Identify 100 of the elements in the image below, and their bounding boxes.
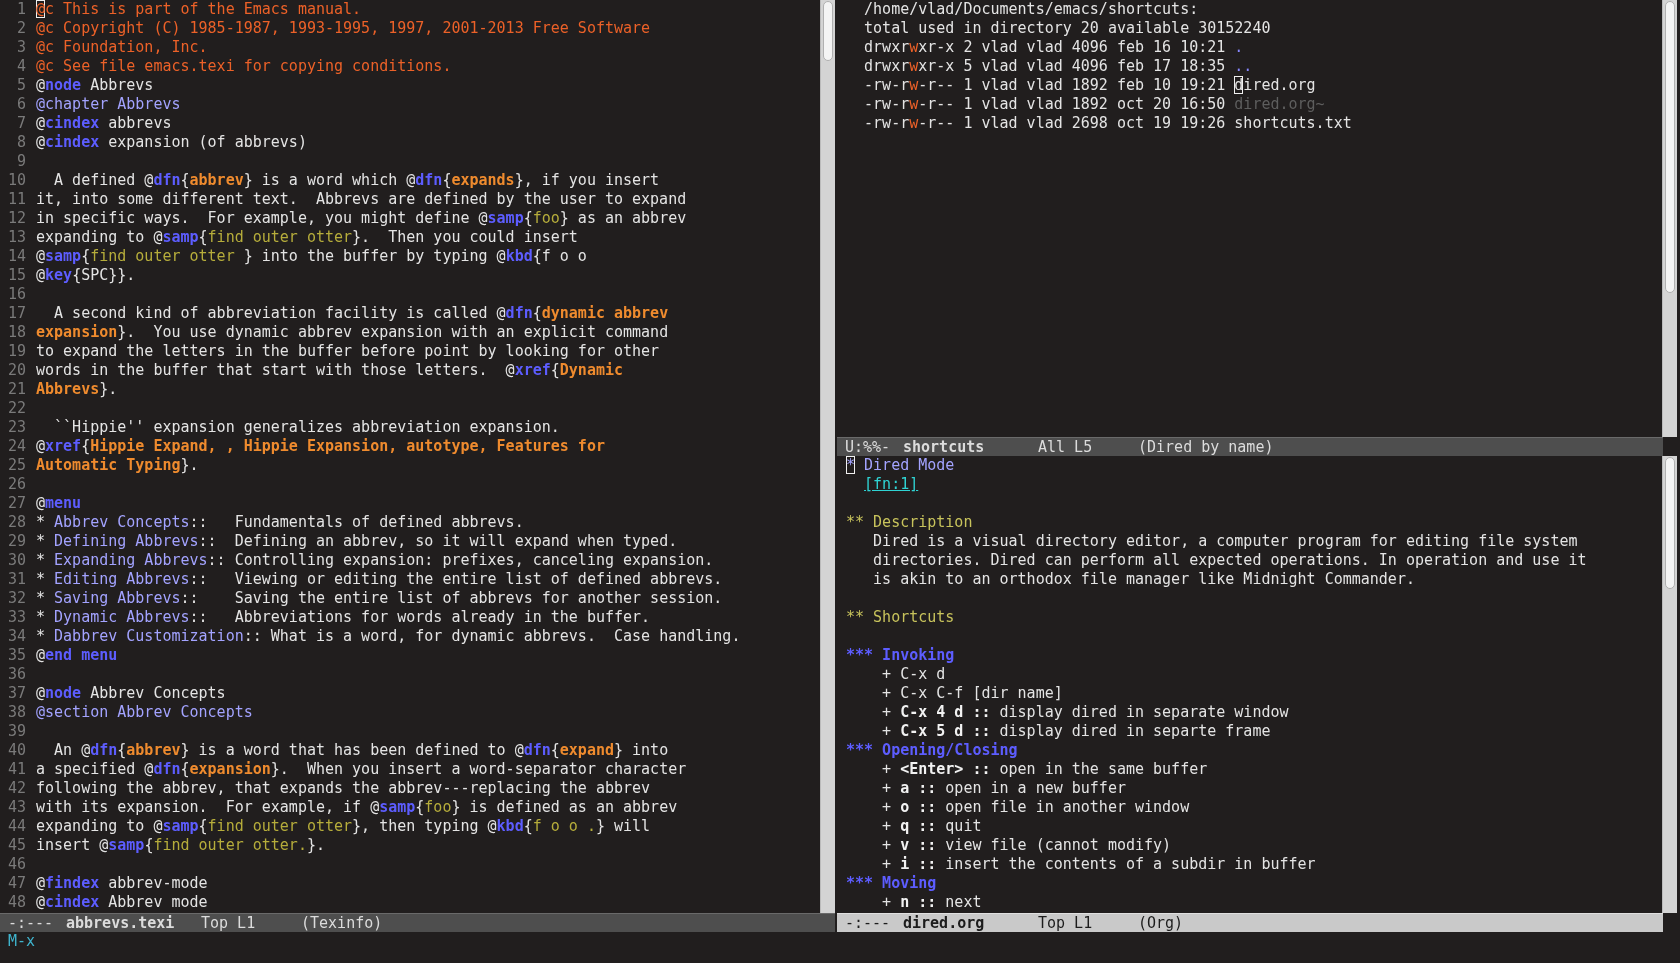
text-line: drwxrwxr-x 5 vlad vlad 4096 feb 17 18:35 .. <box>863 57 1253 76</box>
major-mode: (Dired by name) <box>1138 438 1274 456</box>
line-number: 28 <box>6 513 26 532</box>
line-number: 23 <box>6 418 26 437</box>
line-number: 41 <box>6 760 26 779</box>
text-line: *** Moving <box>846 874 937 893</box>
code-line: words in the buffer that start with those letters. @xref{Dynamic <box>36 361 623 380</box>
line-number: 17 <box>6 304 26 323</box>
line-number: 40 <box>6 741 26 760</box>
text-line: total used in directory 20 available 30152240 <box>863 19 1271 38</box>
code-line: expanding to @samp{find outer otter}. Then you could insert <box>36 228 578 247</box>
code-line: Abbrevs}. <box>36 380 118 399</box>
text-line: + v :: view file (cannot modify) <box>881 836 1172 855</box>
buffer-status: -:--- <box>845 914 892 932</box>
line-position: Top L1 <box>1038 914 1094 932</box>
code-line: insert @samp{find outer otter.}. <box>36 836 325 855</box>
text-line: + o :: open file in another window <box>881 798 1190 817</box>
line-number: 44 <box>6 817 26 836</box>
line-number: 43 <box>6 798 26 817</box>
line-number: 18 <box>6 323 26 342</box>
major-mode: (Org) <box>1138 914 1184 932</box>
code-line: it, into some different text. Abbrevs are defined by the user to expand <box>36 190 687 209</box>
code-line: @c Copyright (C) 1985-1987, 1993-1995, 1997, 2001-2013 Free Software <box>36 19 651 38</box>
scrollbar[interactable] <box>820 0 835 913</box>
code-line: ``Hippie'' expansion generalizes abbreviation expansion. <box>53 418 560 437</box>
text-line: -rw-rw-r-- 1 vlad vlad 1892 oct 20 16:50 dired.org~ <box>863 95 1325 114</box>
line-number: 32 <box>6 589 26 608</box>
line-number: 27 <box>6 494 26 513</box>
text-line: + q :: quit <box>881 817 982 836</box>
text-line: -rw-rw-r-- 1 vlad vlad 2698 oct 19 19:26 shortcuts.txt <box>863 114 1352 133</box>
line-position: Top L1 <box>201 914 257 932</box>
text-line: is akin to an orthodox file manager like Midnight Commander. <box>872 570 1415 589</box>
line-number: 8 <box>15 133 26 152</box>
scrollbar-thumb[interactable] <box>823 1 833 61</box>
text-line: /home/vlad/Documents/emacs/shortcuts: <box>863 0 1199 19</box>
line-number: 11 <box>6 190 26 209</box>
text-line: -rw-rw-r-- 1 vlad vlad 1892 feb 10 19:21 dired.org <box>863 76 1316 95</box>
text-line: drwxrwxr-x 2 vlad vlad 4096 feb 16 10:21 . <box>863 38 1244 57</box>
code-line: @chapter Abbrevs <box>36 95 181 114</box>
line-number: 42 <box>6 779 26 798</box>
text-line: directories. Dired can perform all expected operations. In operation and use it <box>872 551 1587 570</box>
code-line: * Defining Abbrevs:: Defining an abbrev, so it will expand when typed. <box>36 532 678 551</box>
text-line: + C-x C-f [dir name] <box>881 684 1063 703</box>
code-line: @end menu <box>36 646 118 665</box>
line-number: 20 <box>6 361 26 380</box>
line-number: 30 <box>6 551 26 570</box>
line-number: 39 <box>6 722 26 741</box>
line-number: 2 <box>15 19 26 38</box>
code-line: @node Abbrev Concepts <box>36 684 226 703</box>
text-line: Dired is a visual directory editor, a computer program for editing file system <box>872 532 1578 551</box>
line-number: 34 <box>6 627 26 646</box>
code-line: Automatic Typing}. <box>36 456 199 475</box>
code-line: @key{SPC}}. <box>36 266 136 285</box>
code-line: @xref{Hippie Expand, , Hippie Expansion, autotype, Features for <box>36 437 605 456</box>
code-line: * Editing Abbrevs:: Viewing or editing the entire list of defined abbrevs. <box>36 570 723 589</box>
scrollbar-thumb[interactable] <box>1665 457 1675 589</box>
code-line: to expand the letters in the buffer before point by looking for other <box>36 342 660 361</box>
scrollbar[interactable] <box>1662 0 1677 437</box>
footnote-link[interactable]: [fn:1] <box>864 475 919 493</box>
line-number: 15 <box>6 266 26 285</box>
line-number: 5 <box>15 76 26 95</box>
text-line: + C-x d <box>881 665 946 684</box>
line-number: 9 <box>15 152 26 171</box>
code-line: @cindex expansion (of abbrevs) <box>36 133 307 152</box>
line-number: 33 <box>6 608 26 627</box>
scrollbar-thumb[interactable] <box>1665 1 1675 293</box>
line-number: 47 <box>6 874 26 893</box>
text-line: *** Opening/Closing <box>846 741 1018 760</box>
code-line: @c See file emacs.texi for copying conditions. <box>36 57 452 76</box>
line-number: 31 <box>6 570 26 589</box>
text-line: * Dired Mode <box>846 456 955 475</box>
code-line: @c Foundation, Inc. <box>36 38 208 57</box>
line-number: 26 <box>6 475 26 494</box>
code-line: a specified @dfn{expansion}. When you insert a word-separator character <box>36 760 687 779</box>
code-line: @node Abbrevs <box>36 76 154 95</box>
line-position: All L5 <box>1038 438 1094 456</box>
text-line: *** Invoking <box>846 646 955 665</box>
code-line: expansion}. You use dynamic abbrev expansion with an explicit command <box>36 323 669 342</box>
scrollbar[interactable] <box>1662 456 1677 913</box>
line-number: 6 <box>15 95 26 114</box>
line-number: 37 <box>6 684 26 703</box>
code-line: * Saving Abbrevs:: Saving the entire list of abbrevs for another session. <box>36 589 723 608</box>
text-line: + C-x 4 d :: display dired in separate window <box>881 703 1289 722</box>
line-number: 16 <box>6 285 26 304</box>
text-line: + a :: open in a new buffer <box>881 779 1126 798</box>
major-mode: (Texinfo) <box>301 914 383 932</box>
code-line: @cindex abbrevs <box>36 114 172 133</box>
code-line: @menu <box>36 494 82 513</box>
code-line: * Abbrev Concepts:: Fundamentals of defined abbrevs. <box>36 513 524 532</box>
line-number: 45 <box>6 836 26 855</box>
line-number: 19 <box>6 342 26 361</box>
line-number: 12 <box>6 209 26 228</box>
minibuffer-prompt[interactable]: M-x <box>8 932 36 950</box>
line-number: 22 <box>6 399 26 418</box>
line-number: 7 <box>15 114 26 133</box>
line-number: 46 <box>6 855 26 874</box>
code-line: @samp{find outer otter } into the buffer by typing @kbd{f o o <box>36 247 587 266</box>
text-line: ** Description <box>846 513 973 532</box>
text-line: ** Shortcuts <box>846 608 955 627</box>
text-line: + n :: next <box>881 893 982 912</box>
